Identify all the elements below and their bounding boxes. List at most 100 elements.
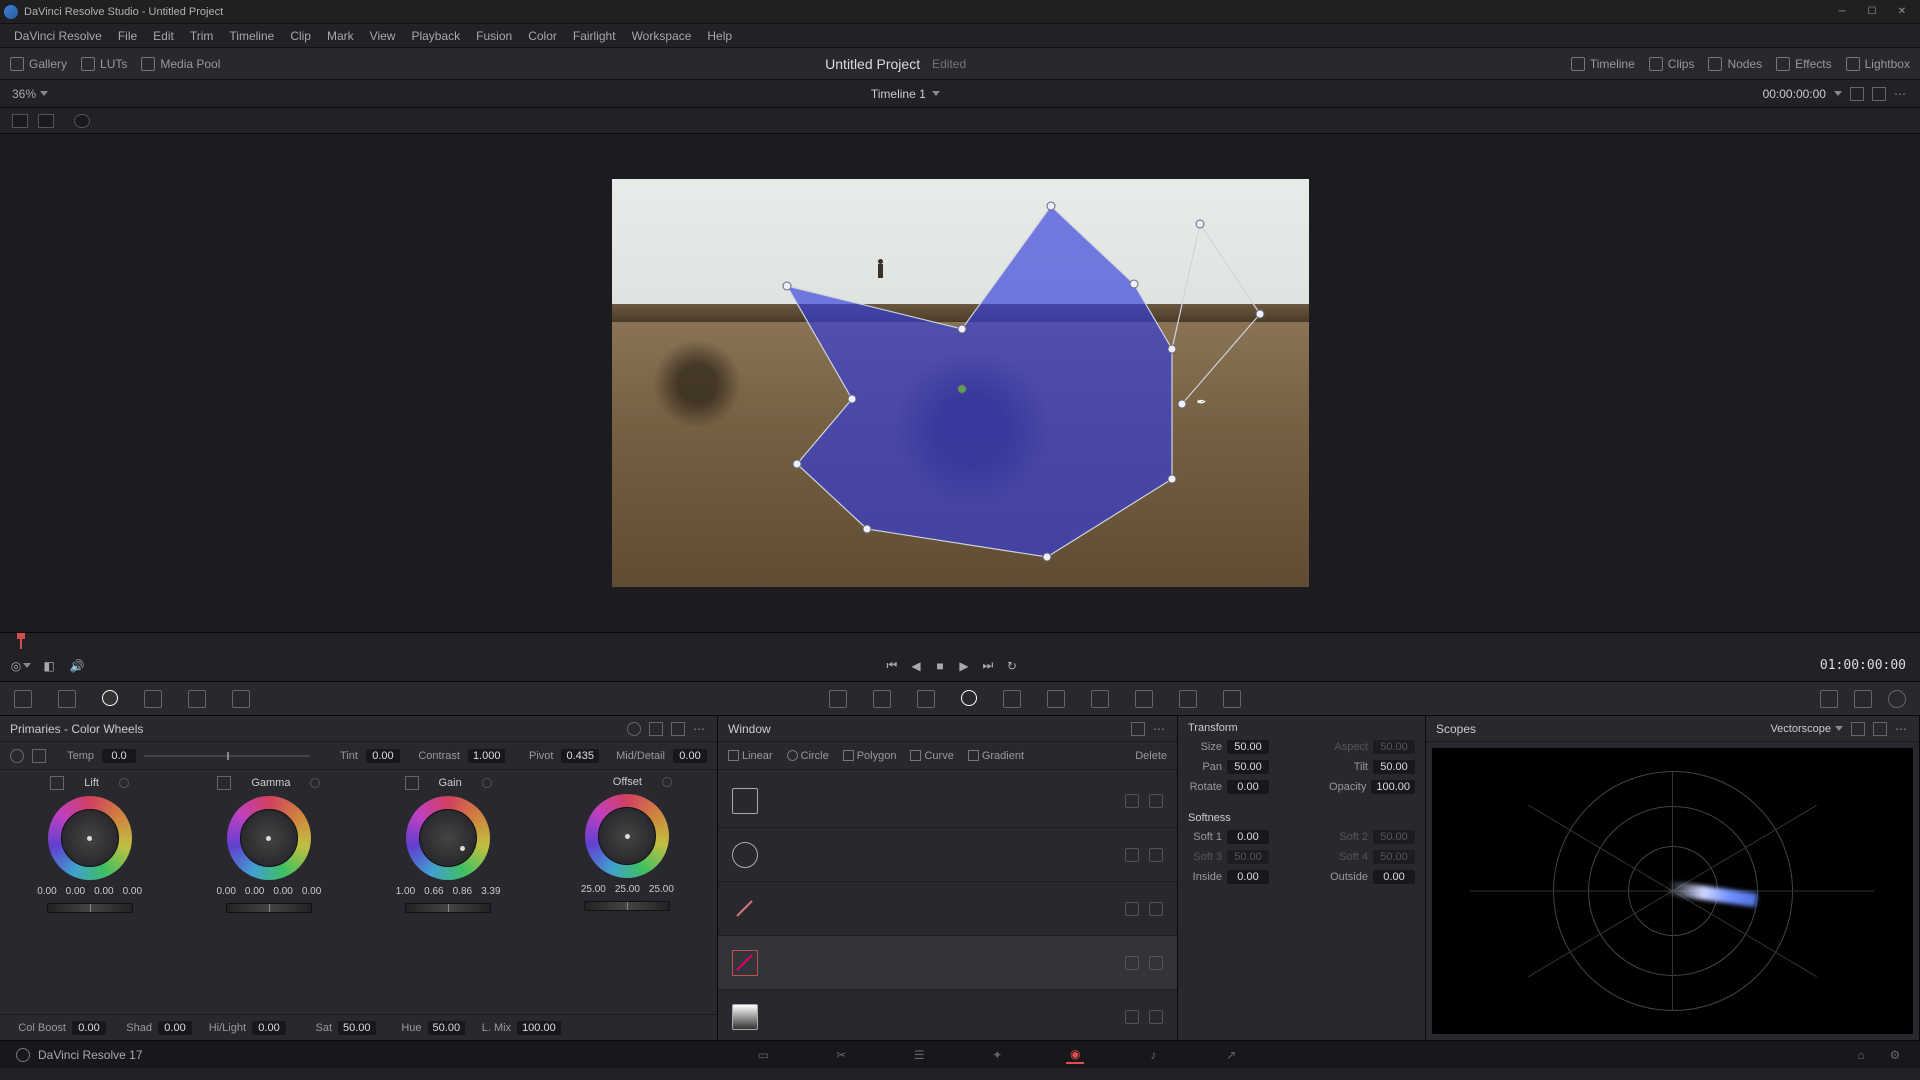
tracker-icon[interactable] (1003, 690, 1021, 708)
lmix-value[interactable]: 100.00 (517, 1021, 561, 1035)
keyframes-icon[interactable] (1820, 690, 1838, 708)
scrubber[interactable] (0, 632, 1920, 650)
loop-icon[interactable]: ↻ (1005, 659, 1019, 673)
pivot-value[interactable]: 0.435 (561, 749, 599, 763)
gamma-master-slider[interactable] (226, 903, 312, 913)
menu-mark[interactable]: Mark (319, 27, 362, 45)
gain-master-slider[interactable] (405, 903, 491, 913)
cut-page-icon[interactable]: ✂ (832, 1046, 850, 1064)
menu-file[interactable]: File (110, 27, 145, 45)
split-mode-icon[interactable] (38, 114, 54, 128)
invert-icon[interactable] (1125, 902, 1139, 916)
lift-wheel[interactable] (48, 796, 132, 880)
nodes-button[interactable]: Nodes (1708, 57, 1762, 71)
menu-edit[interactable]: Edit (145, 27, 182, 45)
gamma-yrgb-icon[interactable] (217, 776, 231, 790)
camera-raw-icon[interactable] (14, 690, 32, 708)
sizing-icon[interactable] (1179, 690, 1197, 708)
lightbox-button[interactable]: Lightbox (1846, 57, 1910, 71)
gain-reset-icon[interactable] (482, 778, 492, 788)
window-palette-icon[interactable] (961, 690, 977, 706)
window-row-curve[interactable] (718, 882, 1177, 936)
menu-color[interactable]: Color (520, 27, 565, 45)
wheels-icon[interactable] (102, 690, 118, 706)
mask-icon[interactable] (1149, 794, 1163, 808)
scope-mode-dropdown[interactable]: Vectorscope (1770, 722, 1843, 736)
delete-tool[interactable]: Delete (1135, 750, 1167, 762)
rgb-mixer-icon[interactable] (188, 690, 206, 708)
play-icon[interactable]: ▶ (957, 659, 971, 673)
menu-playback[interactable]: Playback (403, 27, 468, 45)
deliver-page-icon[interactable]: ↗ (1222, 1046, 1240, 1064)
outside-value[interactable]: 0.00 (1373, 870, 1415, 884)
soft1-value[interactable]: 0.00 (1227, 830, 1269, 844)
menu-fusion[interactable]: Fusion (468, 27, 520, 45)
window-options-icon[interactable]: ⋯ (1153, 722, 1167, 736)
menu-fairlight[interactable]: Fairlight (565, 27, 624, 45)
lift-reset-icon[interactable] (119, 778, 129, 788)
tint-value[interactable]: 0.00 (366, 749, 400, 763)
mask-icon[interactable] (1149, 902, 1163, 916)
next-clip-icon[interactable]: ⏭ (981, 659, 995, 673)
curves-icon[interactable] (829, 690, 847, 708)
picker-icon[interactable] (32, 749, 46, 763)
timeline-button[interactable]: Timeline (1571, 57, 1635, 71)
window-row-curve-active[interactable] (718, 936, 1177, 990)
minimize-button[interactable]: ─ (1828, 3, 1856, 21)
menu-view[interactable]: View (362, 27, 404, 45)
wipe-icon[interactable] (1850, 87, 1864, 101)
temp-value[interactable]: 0.0 (102, 749, 136, 763)
mask-icon[interactable] (1149, 1010, 1163, 1024)
offset-master-slider[interactable] (584, 901, 670, 911)
blur-icon[interactable] (1091, 690, 1109, 708)
wheels-mode-icon[interactable] (627, 722, 641, 736)
scope-layout-icon[interactable] (1851, 722, 1865, 736)
rotate-value[interactable]: 0.00 (1227, 780, 1269, 794)
gain-wheel[interactable] (406, 796, 490, 880)
mask-icon[interactable] (1149, 956, 1163, 970)
gamma-wheel[interactable] (227, 796, 311, 880)
gallery-button[interactable]: Gallery (10, 57, 67, 71)
shad-value[interactable]: 0.00 (158, 1021, 192, 1035)
linear-tool[interactable]: Linear (728, 750, 773, 762)
viewer[interactable]: ✒ (0, 134, 1920, 632)
stop-icon[interactable]: ■ (933, 659, 947, 673)
opacity-value[interactable]: 100.00 (1371, 780, 1415, 794)
mask-icon[interactable] (1149, 848, 1163, 862)
vectorscope[interactable] (1432, 748, 1913, 1034)
menu-workspace[interactable]: Workspace (624, 27, 700, 45)
hue-value[interactable]: 50.00 (428, 1021, 466, 1035)
fairlight-page-icon[interactable]: ♪ (1144, 1046, 1162, 1064)
qualifier-palette-icon[interactable] (917, 690, 935, 708)
circle-tool[interactable]: Circle (787, 750, 829, 762)
menu-davinci[interactable]: DaVinci Resolve (6, 27, 110, 45)
window-row-circle[interactable] (718, 828, 1177, 882)
audio-icon[interactable]: 🔊 (70, 659, 84, 673)
home-icon[interactable] (16, 1048, 30, 1062)
window-preset-icon[interactable] (1131, 722, 1145, 736)
options-icon[interactable]: ⋯ (1894, 87, 1908, 101)
scope-options-icon[interactable]: ⋯ (1895, 722, 1909, 736)
window-row-gradient[interactable] (718, 990, 1177, 1040)
media-page-icon[interactable]: ▭ (754, 1046, 772, 1064)
3d-icon[interactable] (1223, 690, 1241, 708)
menu-trim[interactable]: Trim (182, 27, 222, 45)
mediapool-button[interactable]: Media Pool (141, 57, 220, 71)
key-icon[interactable] (1135, 690, 1153, 708)
maximize-button[interactable]: ☐ (1858, 3, 1886, 21)
inside-value[interactable]: 0.00 (1227, 870, 1269, 884)
invert-icon[interactable] (1125, 1010, 1139, 1024)
polygon-tool[interactable]: Polygon (843, 750, 897, 762)
bars-mode-icon[interactable] (649, 722, 663, 736)
clips-button[interactable]: Clips (1649, 57, 1695, 71)
split-screen-icon[interactable]: ◧ (42, 659, 56, 673)
gamma-reset-icon[interactable] (310, 778, 320, 788)
home-settings-icon[interactable]: ⌂ (1852, 1046, 1870, 1064)
timeline-dropdown[interactable]: Timeline 1 (871, 87, 940, 101)
offset-reset-icon[interactable] (662, 777, 672, 787)
timecode[interactable]: 00:00:00:00 (1763, 87, 1826, 101)
luts-button[interactable]: LUTs (81, 57, 127, 71)
playhead[interactable] (20, 635, 22, 649)
menu-clip[interactable]: Clip (282, 27, 319, 45)
close-button[interactable]: ✕ (1888, 3, 1916, 21)
